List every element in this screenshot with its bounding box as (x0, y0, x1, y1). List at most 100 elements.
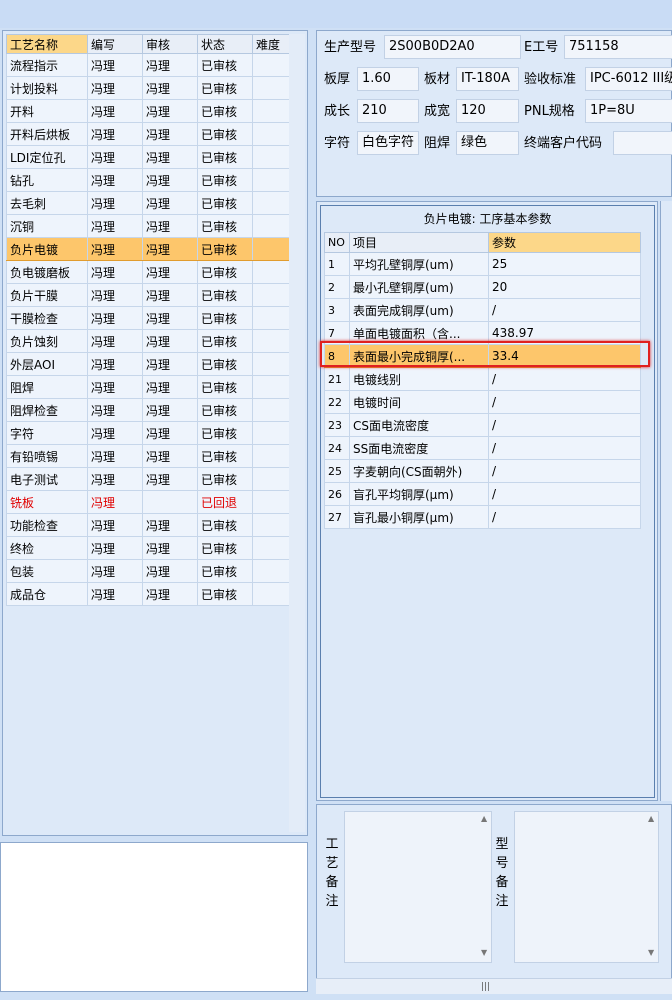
process-cell-writer: 冯理 (87, 283, 143, 307)
col-no[interactable]: NO (324, 232, 350, 253)
process-row[interactable]: 有铅喷锡 冯理 冯理 已审核 (6, 444, 290, 468)
scroll-up-icon[interactable]: ▲ (481, 814, 487, 823)
col-process-name[interactable]: 工艺名称 (6, 34, 88, 54)
process-row[interactable]: 终检 冯理 冯理 已审核 (6, 536, 290, 560)
param-cell-no: 26 (324, 482, 350, 506)
char-field[interactable]: 白色字符 (357, 131, 419, 155)
process-row[interactable]: 钻孔 冯理 冯理 已审核 (6, 168, 290, 192)
process-cell-writer: 冯理 (87, 191, 143, 215)
process-cell-process-name: 功能检查 (6, 513, 88, 537)
param-row[interactable]: 23 CS面电流密度 / (324, 413, 641, 437)
process-row[interactable]: 功能检查 冯理 冯理 已审核 (6, 513, 290, 537)
process-row[interactable]: 字符 冯理 冯理 已审核 (6, 421, 290, 445)
process-cell-process-name: 干膜检查 (6, 306, 88, 330)
process-row[interactable]: 开料后烘板 冯理 冯理 已审核 (6, 122, 290, 146)
param-row[interactable]: 25 字麦朝向(CS面朝外) / (324, 459, 641, 483)
param-cell-item: 平均孔壁铜厚(um) (349, 252, 489, 276)
process-cell-status: 已审核 (197, 122, 253, 146)
col-status[interactable]: 状态 (197, 34, 253, 54)
process-row[interactable]: 负片蚀刻 冯理 冯理 已审核 (6, 329, 290, 353)
process-cell-reviewer: 冯理 (142, 375, 198, 399)
process-cell-writer: 冯理 (87, 329, 143, 353)
param-row[interactable]: 21 电镀线别 / (324, 367, 641, 391)
pnl-field[interactable]: 1P=8U (585, 99, 672, 123)
process-cell-reviewer: 冯理 (142, 283, 198, 307)
process-row[interactable]: 铣板 冯理 已回退 (6, 490, 290, 514)
process-cell-writer: 冯理 (87, 467, 143, 491)
horizontal-scrollbar[interactable]: ||| (316, 978, 672, 994)
process-row[interactable]: 阻焊检查 冯理 冯理 已审核 (6, 398, 290, 422)
param-cell-no: 25 (324, 459, 350, 483)
col-reviewer[interactable]: 审核 (142, 34, 198, 54)
process-remark-memo[interactable]: ▲ ▼ (344, 811, 492, 963)
process-row[interactable]: 负电镀磨板 冯理 冯理 已审核 (6, 260, 290, 284)
process-list-scrollbar[interactable] (289, 34, 305, 832)
process-row[interactable]: 沉铜 冯理 冯理 已审核 (6, 214, 290, 238)
process-row[interactable]: 阻焊 冯理 冯理 已审核 (6, 375, 290, 399)
process-row[interactable]: 成品仓 冯理 冯理 已审核 (6, 582, 290, 606)
param-row[interactable]: 3 表面完成铜厚(um) / (324, 298, 641, 322)
param-row[interactable]: 22 电镀时间 / (324, 390, 641, 414)
param-row[interactable]: 26 盲孔平均铜厚(μm) / (324, 482, 641, 506)
param-cell-value: / (488, 390, 641, 414)
param-cell-no: 22 (324, 390, 350, 414)
process-cell-writer: 冯理 (87, 168, 143, 192)
thickness-field[interactable]: 1.60 (357, 67, 419, 91)
param-cell-no: 21 (324, 367, 350, 391)
process-cell-process-name: 负片干膜 (6, 283, 88, 307)
model-field[interactable]: 2S00B0D2A0 (384, 35, 521, 59)
process-cell-writer: 冯理 (87, 260, 143, 284)
param-cell-item: 电镀时间 (349, 390, 489, 414)
process-cell-difficulty (252, 191, 290, 215)
process-cell-reviewer: 冯理 (142, 559, 198, 583)
param-cell-item: 表面完成铜厚(um) (349, 298, 489, 322)
process-row[interactable]: 流程指示 冯理 冯理 已审核 (6, 53, 290, 77)
process-cell-reviewer: 冯理 (142, 329, 198, 353)
customer-code-field[interactable] (613, 131, 672, 155)
length-field[interactable]: 210 (357, 99, 419, 123)
scroll-down-icon[interactable]: ▼ (481, 948, 487, 957)
process-cell-writer: 冯理 (87, 214, 143, 238)
param-row[interactable]: 24 SS面电流密度 / (324, 436, 641, 460)
eng-no-field[interactable]: 751158 (564, 35, 672, 59)
process-row[interactable]: 干膜检查 冯理 冯理 已审核 (6, 306, 290, 330)
process-cell-reviewer: 冯理 (142, 582, 198, 606)
material-field[interactable]: IT-180A (456, 67, 519, 91)
process-cell-process-name: 阻焊 (6, 375, 88, 399)
col-writer[interactable]: 编写 (87, 34, 143, 54)
process-cell-process-name: 负片蚀刻 (6, 329, 88, 353)
horizontal-scroll-thumb[interactable] (436, 982, 546, 992)
process-cell-status: 已审核 (197, 582, 253, 606)
process-cell-reviewer: 冯理 (142, 214, 198, 238)
model-remark-memo[interactable]: ▲ ▼ (514, 811, 659, 963)
standard-field[interactable]: IPC-6012 III级 (585, 67, 672, 91)
mask-field[interactable]: 绿色 (456, 131, 519, 155)
process-row[interactable]: 负片电镀 冯理 冯理 已审核 (6, 237, 290, 261)
col-item[interactable]: 项目 (349, 232, 489, 253)
process-row[interactable]: 计划投料 冯理 冯理 已审核 (6, 76, 290, 100)
process-row[interactable]: LDI定位孔 冯理 冯理 已审核 (6, 145, 290, 169)
param-row[interactable]: 2 最小孔壁铜厚(um) 20 (324, 275, 641, 299)
process-cell-process-name: 电子测试 (6, 467, 88, 491)
process-remark-scrollbar[interactable]: ▲ ▼ (479, 812, 491, 962)
process-row[interactable]: 电子测试 冯理 冯理 已审核 (6, 467, 290, 491)
param-row[interactable]: 27 盲孔最小铜厚(μm) / (324, 505, 641, 529)
process-row[interactable]: 外层AOI 冯理 冯理 已审核 (6, 352, 290, 376)
process-row[interactable]: 包装 冯理 冯理 已审核 (6, 559, 290, 583)
process-cell-status: 已审核 (197, 375, 253, 399)
process-row[interactable]: 负片干膜 冯理 冯理 已审核 (6, 283, 290, 307)
process-cell-difficulty (252, 260, 290, 284)
col-value[interactable]: 参数 (488, 232, 641, 253)
param-cell-value: 25 (488, 252, 641, 276)
param-row[interactable]: 1 平均孔壁铜厚(um) 25 (324, 252, 641, 276)
process-cell-status: 已审核 (197, 329, 253, 353)
process-row[interactable]: 开料 冯理 冯理 已审核 (6, 99, 290, 123)
scroll-down-icon[interactable]: ▼ (648, 948, 654, 957)
process-cell-reviewer: 冯理 (142, 352, 198, 376)
scroll-up-icon[interactable]: ▲ (648, 814, 654, 823)
model-remark-scrollbar[interactable]: ▲ ▼ (646, 812, 658, 962)
col-difficulty[interactable]: 难度 (252, 34, 290, 54)
pnl-label: PNL规格 (524, 104, 575, 119)
process-row[interactable]: 去毛刺 冯理 冯理 已审核 (6, 191, 290, 215)
width-field[interactable]: 120 (456, 99, 519, 123)
